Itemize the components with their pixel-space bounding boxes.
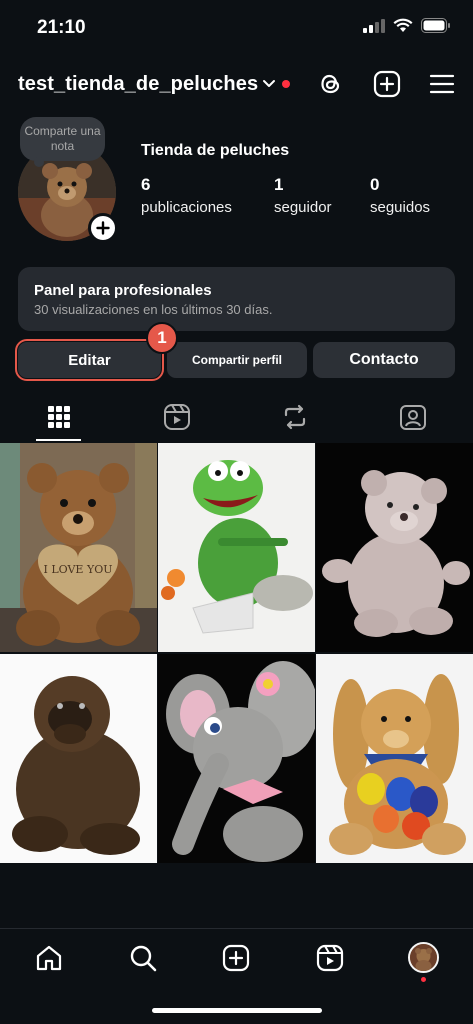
step-annotation-badge: 1: [146, 322, 178, 354]
active-tab-indicator: [36, 439, 81, 441]
grid-icon[interactable]: [44, 402, 74, 432]
stat-posts-value: 6: [141, 175, 151, 194]
post-thumbnail[interactable]: [158, 654, 315, 863]
stat-posts[interactable]: 6 publicaciones: [141, 175, 232, 216]
status-time: 21:10: [37, 17, 86, 38]
pro-panel-subtitle: 30 visualizaciones en los últimos 30 día…: [34, 302, 273, 317]
stat-posts-label: publicaciones: [141, 199, 232, 216]
cellular-signal-icon: [363, 18, 385, 33]
edit-profile-button[interactable]: Editar: [15, 339, 164, 381]
username-switcher[interactable]: test_tienda_de_peluches: [18, 73, 258, 96]
profile-notification-dot: [421, 977, 426, 982]
stat-following-label: seguidos: [370, 199, 431, 216]
share-profile-button[interactable]: Compartir perfil: [167, 342, 307, 378]
menu-icon[interactable]: [428, 70, 456, 98]
create-post-icon[interactable]: [373, 70, 401, 98]
add-story-button[interactable]: [88, 213, 118, 243]
reels-icon[interactable]: [162, 402, 192, 432]
home-icon[interactable]: [34, 943, 64, 973]
stat-followers-value: 1: [274, 175, 284, 194]
tagged-icon[interactable]: [398, 402, 428, 432]
stat-followers[interactable]: 1 seguidor: [274, 175, 332, 216]
stat-followers-label: seguidor: [274, 199, 332, 216]
post-thumbnail[interactable]: [316, 654, 473, 863]
profile-tab-avatar[interactable]: [408, 942, 439, 973]
professional-dashboard-panel[interactable]: Panel para profesionales 30 visualizacio…: [18, 267, 455, 331]
pro-panel-title: Panel para profesionales: [34, 282, 212, 299]
post-thumbnail[interactable]: [316, 443, 473, 652]
search-icon[interactable]: [128, 943, 158, 973]
chevron-down-icon[interactable]: [262, 76, 276, 90]
status-bar: 21:10: [0, 0, 473, 56]
profile-header: test_tienda_de_peluches: [0, 60, 473, 108]
contact-button[interactable]: Contacto: [313, 342, 455, 378]
battery-icon: [421, 18, 450, 33]
threads-icon[interactable]: [317, 70, 345, 98]
heart-text: I LOVE YOU: [44, 563, 113, 576]
notification-dot: [282, 80, 290, 88]
profile-content-tabs: [0, 396, 473, 442]
post-thumbnail[interactable]: [0, 654, 157, 863]
post-thumbnail[interactable]: I LOVE YOU: [0, 443, 157, 652]
share-note-bubble[interactable]: Comparte una nota: [20, 117, 105, 167]
posts-grid: I LOVE YOU: [0, 443, 473, 863]
profile-display-name: Tienda de peluches: [141, 142, 290, 159]
create-icon[interactable]: [221, 943, 251, 973]
stat-following-value: 0: [370, 175, 380, 194]
home-indicator: [152, 1008, 322, 1013]
plus-icon: [96, 221, 110, 235]
reposts-icon[interactable]: [280, 402, 310, 432]
stat-following[interactable]: 0 seguidos: [370, 175, 430, 216]
reels-nav-icon[interactable]: [315, 943, 345, 973]
wifi-icon: [393, 18, 413, 32]
post-thumbnail[interactable]: [158, 443, 315, 652]
